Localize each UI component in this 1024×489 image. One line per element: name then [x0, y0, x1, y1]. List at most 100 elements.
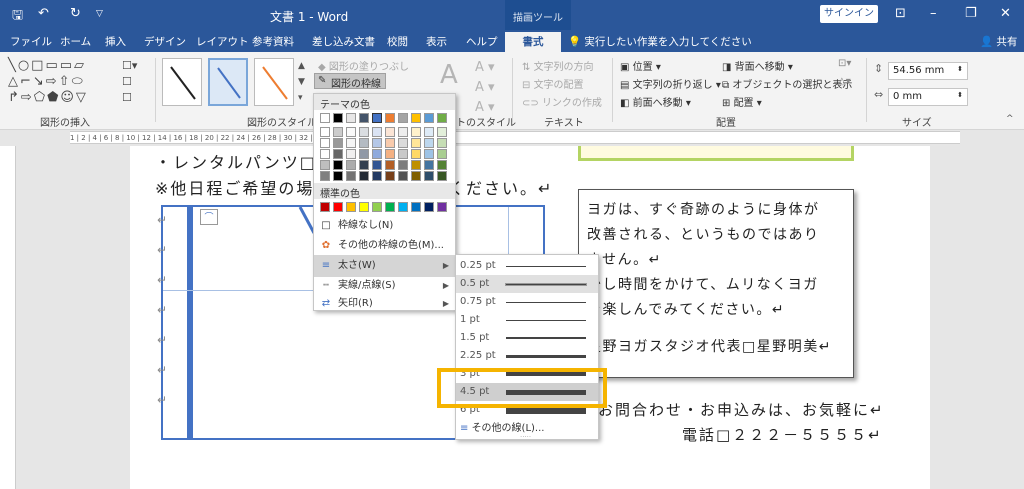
theme-color-swatch[interactable]: [320, 149, 330, 159]
theme-color-swatch[interactable]: [437, 160, 447, 170]
standard-color-swatch[interactable]: [424, 202, 434, 212]
theme-color-swatch[interactable]: [411, 127, 421, 137]
theme-color-swatch[interactable]: [320, 171, 330, 181]
shape-fill-button[interactable]: ◆ 図形の塗りつぶし: [318, 58, 409, 73]
selection-pane-button[interactable]: ⧉ オブジェクトの選択と表示: [722, 76, 852, 91]
theme-color-swatch[interactable]: [359, 171, 369, 181]
tab-layout[interactable]: レイアウト: [196, 34, 249, 49]
restore-button[interactable]: ❐: [965, 6, 977, 21]
theme-color-swatch[interactable]: [424, 171, 434, 181]
minimize-button[interactable]: –: [930, 6, 937, 21]
shape-style-blue[interactable]: [208, 58, 248, 106]
theme-color-swatch[interactable]: [359, 149, 369, 159]
send-backward-button[interactable]: ◨ 背面へ移動 ▾: [722, 58, 793, 73]
ribbon-display-icon[interactable]: ⊡: [895, 6, 906, 21]
theme-color-swatch[interactable]: [333, 160, 343, 170]
theme-color-swatch[interactable]: [372, 127, 382, 137]
shape-width-field[interactable]: 0 mm ⬍: [888, 88, 968, 106]
close-button[interactable]: ✕: [1000, 6, 1011, 21]
theme-color-swatch[interactable]: [333, 138, 343, 148]
save-icon[interactable]: 🖫: [12, 6, 23, 28]
doc-line-pants[interactable]: ・レンタルパンツ□: [155, 149, 317, 173]
theme-color-swatch[interactable]: [398, 113, 408, 123]
tab-help[interactable]: ヘルプ: [466, 34, 498, 49]
arrows-item[interactable]: ⇄ 矢印(R) ▶: [314, 293, 455, 315]
weight-option[interactable]: 2.25 pt: [456, 347, 598, 365]
wordart-fill-icons[interactable]: A ▾ A ▾ A ▾: [475, 58, 495, 118]
theme-color-swatch[interactable]: [424, 149, 434, 159]
edit-shape-buttons[interactable]: ☐▾ ☐ ☐: [122, 58, 148, 108]
standard-color-swatch[interactable]: [372, 202, 382, 212]
text-direction-button[interactable]: ⇅ 文字列の方向: [522, 58, 594, 73]
theme-color-swatch[interactable]: [411, 113, 421, 123]
tab-mailings[interactable]: 差し込み文書: [312, 34, 375, 49]
theme-color-swatch[interactable]: [346, 149, 356, 159]
theme-color-swatch[interactable]: [398, 127, 408, 137]
horizontal-ruler[interactable]: 1 | 2 | 4 | 6 | 8 | 10 | 12 | 14 | 16 | …: [70, 131, 960, 144]
theme-color-swatch[interactable]: [437, 138, 447, 148]
theme-color-swatch[interactable]: [359, 138, 369, 148]
tab-file[interactable]: ファイル: [10, 34, 52, 49]
text-align-button[interactable]: ⊟ 文字の配置: [522, 76, 584, 91]
tab-references[interactable]: 参考資料: [252, 34, 294, 49]
tab-insert[interactable]: 挿入: [105, 34, 126, 49]
weight-option[interactable]: 0.5 pt: [456, 275, 598, 293]
theme-color-swatch[interactable]: [385, 149, 395, 159]
shape-height-field[interactable]: 54.56 mm ⬍: [888, 62, 968, 80]
theme-color-swatch[interactable]: [424, 127, 434, 137]
undo-icon[interactable]: ↶: [38, 6, 49, 21]
doc-line-inquiry[interactable]: お問合わせ・お申込みは、お気軽に↵: [598, 399, 885, 420]
theme-color-swatch[interactable]: [372, 149, 382, 159]
theme-color-swatch[interactable]: [333, 149, 343, 159]
weight-option[interactable]: 1 pt: [456, 311, 598, 329]
theme-color-swatch[interactable]: [424, 160, 434, 170]
theme-color-swatch[interactable]: [398, 138, 408, 148]
standard-color-swatch[interactable]: [398, 202, 408, 212]
tab-design[interactable]: デザイン: [144, 34, 186, 49]
shape-style-orange[interactable]: [254, 58, 294, 106]
shapes-gallery[interactable]: ╲○□▭▭▱ △⌐↘⇨⇧⬭ ↱⇨⬠⬟☺▽: [8, 58, 120, 108]
more-colors-item[interactable]: ✿ その他の枠線の色(M)...: [314, 235, 455, 257]
theme-color-swatch[interactable]: [359, 113, 369, 123]
weight-item[interactable]: ≡ 太さ(W) ▶: [314, 255, 455, 277]
resize-grip[interactable]: ·····: [520, 433, 531, 441]
standard-color-swatch[interactable]: [385, 202, 395, 212]
theme-color-swatch[interactable]: [333, 171, 343, 181]
theme-color-swatch[interactable]: [385, 160, 395, 170]
theme-color-swatch[interactable]: [346, 160, 356, 170]
tab-home[interactable]: ホーム: [60, 34, 91, 49]
theme-color-swatch[interactable]: [346, 171, 356, 181]
theme-color-swatch[interactable]: [320, 127, 330, 137]
theme-color-swatch[interactable]: [320, 113, 330, 123]
signin-button[interactable]: サインイン: [820, 5, 878, 23]
theme-color-swatch[interactable]: [346, 138, 356, 148]
theme-color-swatch[interactable]: [411, 171, 421, 181]
group-icon[interactable]: ⊡▾: [838, 58, 851, 69]
standard-color-swatch[interactable]: [437, 202, 447, 212]
theme-color-swatch[interactable]: [385, 171, 395, 181]
shape-outline-button[interactable]: ✎ 図形の枠線: [314, 73, 386, 90]
theme-color-swatch[interactable]: [437, 127, 447, 137]
blue-vertical-line[interactable]: [187, 207, 193, 440]
theme-color-swatch[interactable]: [398, 171, 408, 181]
rotate-icon[interactable]: △▾: [838, 76, 851, 87]
theme-color-swatch[interactable]: [398, 149, 408, 159]
style-gallery-scroll[interactable]: ▲ ▼ ▾: [298, 58, 305, 106]
vertical-ruler[interactable]: [0, 146, 16, 489]
tab-view[interactable]: 表示: [426, 34, 447, 49]
theme-color-swatch[interactable]: [411, 149, 421, 159]
theme-color-swatch[interactable]: [385, 127, 395, 137]
green-frame-shape[interactable]: [578, 146, 854, 161]
theme-color-swatch[interactable]: [320, 160, 330, 170]
theme-color-swatch[interactable]: [411, 138, 421, 148]
wordart-a-icon[interactable]: A: [440, 60, 458, 90]
more-lines-item[interactable]: ≡ その他の線(L)...: [460, 419, 544, 434]
standard-color-swatch[interactable]: [320, 202, 330, 212]
theme-color-swatch[interactable]: [411, 160, 421, 170]
standard-color-swatch[interactable]: [411, 202, 421, 212]
theme-color-swatch[interactable]: [333, 113, 343, 123]
theme-color-swatch[interactable]: [437, 171, 447, 181]
theme-color-swatch[interactable]: [372, 113, 382, 123]
share-button[interactable]: 👤 共有: [980, 34, 1017, 49]
create-link-button[interactable]: ⊂⊃ リンクの作成: [522, 94, 602, 109]
